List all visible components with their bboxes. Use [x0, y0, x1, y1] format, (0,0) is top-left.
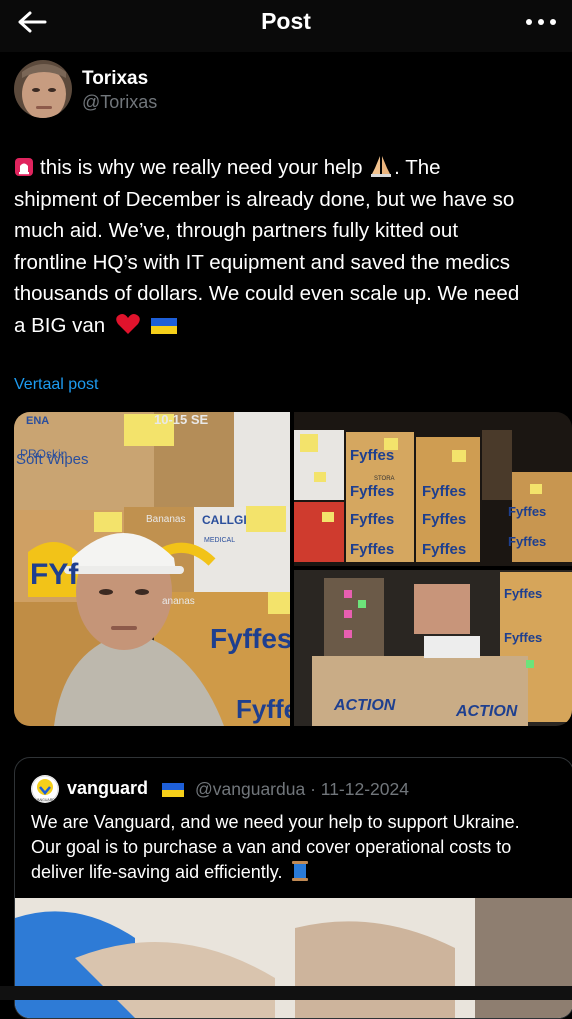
post-line-5: thousands of dollars. We could even scal…	[14, 282, 520, 305]
photo-boxes-bottom[interactable]: Fyffes Fyffes ACTION ACTION	[294, 570, 572, 726]
quote-logo-text: VANGUARD	[35, 798, 55, 802]
fyffes-label: Fyffes	[350, 447, 394, 464]
quote-image[interactable]	[15, 898, 572, 1018]
medical-label: MEDICAL	[204, 537, 235, 544]
quote-text-segment: We are Vanguard, and we need your help t…	[31, 812, 520, 882]
quoted-post[interactable]: VANGUARD vanguard @vanguardua · 11-12-20…	[14, 757, 572, 1019]
post-line-3: much aid. We’ve, through partners fully …	[14, 219, 459, 242]
post-text-segment: this is why we really need your help	[40, 156, 363, 179]
author-name[interactable]: Torixas	[82, 68, 148, 90]
quote-author-name[interactable]: vanguard	[67, 778, 148, 799]
post-line-6: a BIG van	[14, 310, 566, 342]
fyffes-label: Fyffes	[422, 541, 466, 558]
post-text-segment: a BIG van	[14, 313, 106, 337]
fyffes-label: Fyffes	[508, 534, 546, 549]
photo-selfie[interactable]: PROskin Soft Wipes ENA 10-15 SE Bananas …	[14, 412, 290, 726]
fyffes-label: Fyffes	[504, 630, 542, 645]
bottom-edge	[0, 986, 572, 1000]
ukraine-flag-emoji	[162, 783, 184, 797]
ena-label: ENA	[26, 415, 49, 427]
post-line-2: shipment of December is already done, bu…	[14, 187, 515, 211]
fyffes-label: FYf	[30, 558, 79, 591]
avatar[interactable]	[14, 60, 72, 118]
post-line-4: frontline HQ’s with IT equipment and sav…	[14, 250, 511, 274]
post-line-1: this is why we really need your help . T…	[14, 152, 566, 184]
quote-text: We are Vanguard, and we need your help t…	[31, 810, 551, 885]
wipes-label: Soft Wipes	[16, 451, 89, 468]
post-text-segment: . The	[394, 156, 441, 179]
quote-meta[interactable]: @vanguardua · 11-12-2024	[195, 779, 409, 800]
translate-post-link[interactable]: Vertaal post	[14, 376, 99, 394]
fyffes-label: Fyffe	[236, 694, 290, 724]
photo-boxes-top[interactable]: Fyffes Fyffes Fyffes Fyffes Fyffes Fyffe…	[294, 412, 572, 566]
fyffes-label: Fyffes	[350, 483, 394, 500]
top-bar: Post	[0, 0, 572, 52]
action-label: ACTION	[455, 703, 518, 720]
page-title: Post	[261, 8, 311, 34]
red-heart-emoji	[116, 313, 140, 334]
praying-hands-emoji	[371, 156, 392, 177]
post-text: this is why we really need your help . T…	[14, 152, 566, 341]
bananas-label: ananas	[162, 596, 195, 607]
ukraine-flag-emoji	[150, 317, 177, 334]
fyffes-label: Fyffes	[350, 541, 394, 558]
size-label: 10-15 SE	[154, 412, 209, 427]
media-grid: PROskin Soft Wipes ENA 10-15 SE Bananas …	[14, 412, 572, 726]
fyffes-label: Fyffes	[350, 511, 394, 528]
quote-avatar[interactable]: VANGUARD	[31, 775, 59, 803]
fyffes-label: Fyffes	[210, 623, 290, 654]
more-dots-icon[interactable]	[524, 10, 558, 34]
calligen-label: CALLGI	[202, 513, 247, 527]
stora-label: STORA	[374, 476, 395, 482]
spool-emoji	[292, 861, 309, 881]
fyffes-label: Fyffes	[422, 511, 466, 528]
bananas-label: Bananas	[146, 514, 185, 525]
action-label: ACTION	[333, 697, 396, 714]
author-handle[interactable]: @Torixas	[82, 92, 157, 113]
fyffes-label: Fyffes	[504, 586, 542, 601]
fyffes-label: Fyffes	[508, 504, 546, 519]
fyffes-label: Fyffes	[422, 483, 466, 500]
siren-emoji	[15, 158, 33, 176]
